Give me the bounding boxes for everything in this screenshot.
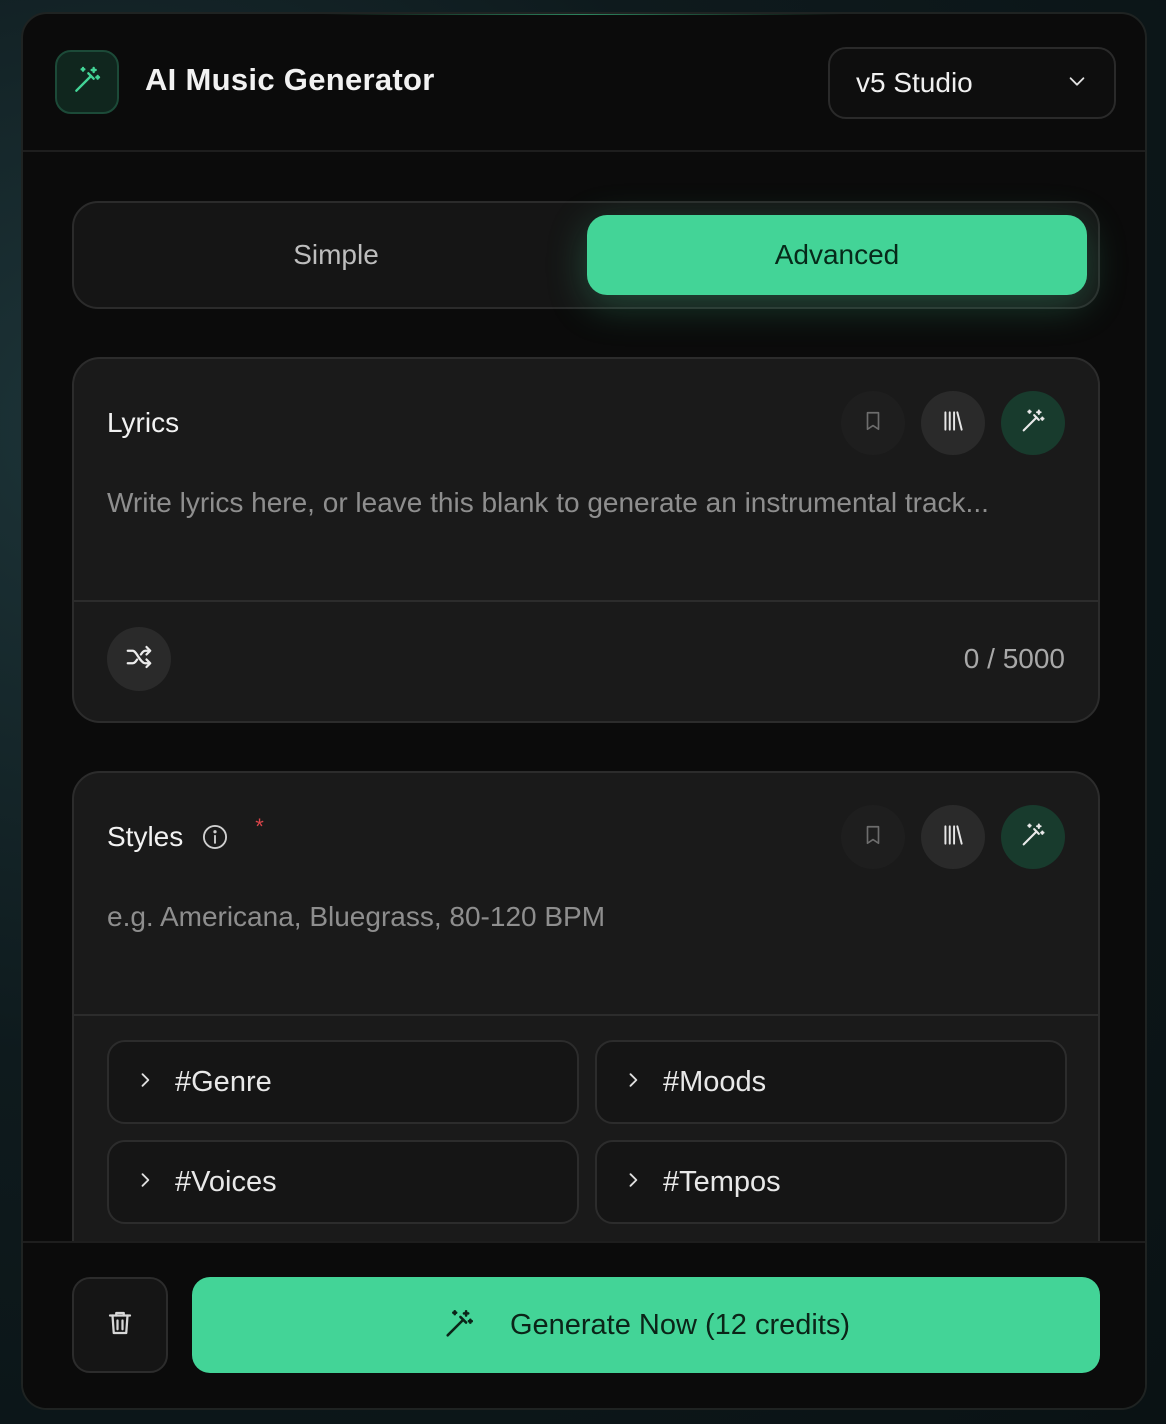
lyrics-ai-button[interactable]	[1001, 391, 1065, 455]
lyrics-footer: 0 / 5000	[74, 600, 1098, 721]
styles-title: Styles	[107, 821, 184, 852]
magic-wand-icon	[71, 64, 103, 101]
chevron-right-icon	[135, 1170, 155, 1195]
header: AI Music Generator v5 Studio	[23, 14, 1145, 152]
delete-button[interactable]	[72, 1277, 168, 1373]
bookmark-icon	[862, 823, 884, 852]
generate-label: Generate Now (12 credits)	[509, 1308, 851, 1341]
chevron-right-icon	[623, 1170, 643, 1195]
styles-card: Styles * e.g. Americana, Bluegrass, 80-1…	[72, 771, 1100, 1291]
generate-button[interactable]: Generate Now (12 credits)	[192, 1277, 1100, 1373]
magic-wand-icon	[442, 1307, 476, 1344]
lyrics-input[interactable]	[107, 487, 1067, 587]
lyrics-card: Lyrics Write lyrics here, or leave this …	[72, 357, 1100, 723]
category-genre[interactable]: #Genre	[107, 1040, 579, 1124]
info-icon[interactable]	[201, 823, 229, 851]
styles-ai-button[interactable]	[1001, 805, 1065, 869]
shuffle-icon	[124, 642, 154, 677]
model-select-value: v5 Studio	[856, 67, 973, 98]
category-label: #Voices	[175, 1165, 277, 1198]
category-voices[interactable]: #Voices	[107, 1140, 579, 1224]
category-tempos[interactable]: #Tempos	[595, 1140, 1067, 1224]
category-label: #Tempos	[663, 1165, 781, 1198]
library-icon	[940, 408, 966, 439]
trash-icon	[105, 1307, 135, 1344]
mode-tabs: Simple Advanced	[72, 201, 1100, 309]
generator-panel: AI Music Generator v5 Studio Simple Adva…	[21, 12, 1147, 1410]
bookmark-icon	[862, 409, 884, 438]
category-label: #Genre	[175, 1065, 272, 1098]
chevron-right-icon	[623, 1070, 643, 1095]
lyrics-char-count: 0 / 5000	[963, 643, 1065, 674]
lyrics-save-button[interactable]	[841, 391, 905, 455]
library-icon	[940, 822, 966, 853]
category-moods[interactable]: #Moods	[595, 1040, 1067, 1124]
styles-save-button[interactable]	[841, 805, 905, 869]
category-label: #Moods	[663, 1065, 767, 1098]
lyrics-library-button[interactable]	[921, 391, 985, 455]
styles-header: Styles *	[107, 814, 264, 853]
styles-divider	[74, 1014, 1098, 1016]
action-footer: Generate Now (12 credits)	[23, 1241, 1145, 1408]
chevron-right-icon	[135, 1070, 155, 1095]
app-title: AI Music Generator	[145, 62, 435, 97]
lyrics-title: Lyrics	[107, 407, 180, 438]
tab-simple[interactable]: Simple	[86, 215, 586, 295]
magic-wand-icon	[1019, 821, 1047, 854]
model-select[interactable]: v5 Studio	[828, 47, 1116, 119]
shuffle-button[interactable]	[107, 627, 171, 691]
lyrics-actions	[841, 391, 1065, 455]
required-mark: *	[255, 814, 264, 839]
styles-input[interactable]	[107, 901, 1067, 1001]
tab-advanced[interactable]: Advanced	[587, 215, 1087, 295]
styles-library-button[interactable]	[921, 805, 985, 869]
magic-wand-icon	[1019, 407, 1047, 440]
chevron-down-icon	[1066, 70, 1088, 97]
app-logo	[55, 50, 119, 114]
styles-actions	[841, 805, 1065, 869]
